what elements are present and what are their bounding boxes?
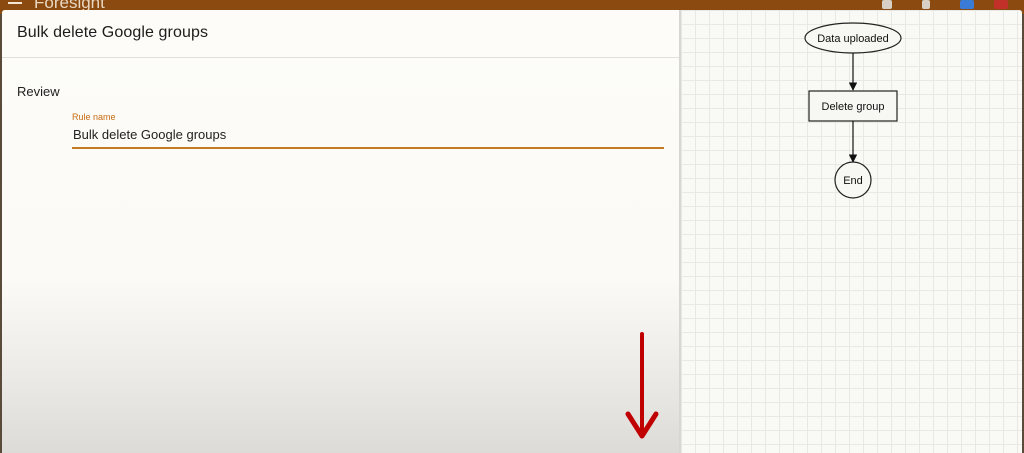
- flow-node-end[interactable]: End: [834, 161, 872, 199]
- notifications-icon[interactable]: [960, 0, 974, 9]
- rule-name-field: Rule name: [72, 112, 664, 149]
- section-label-review: Review: [17, 84, 60, 99]
- rule-name-input[interactable]: [72, 125, 664, 149]
- toolbar-icon[interactable]: [882, 0, 892, 9]
- flow-diagram-panel: Data uploaded Delete group End: [681, 10, 1022, 453]
- avatar[interactable]: [994, 0, 1008, 9]
- flow-diagram: Data uploaded Delete group End: [804, 22, 902, 199]
- flow-node-delete-group[interactable]: Delete group: [808, 90, 898, 122]
- rule-dialog: Bulk delete Google groups Review Rule na…: [2, 10, 1022, 453]
- dialog-header: Bulk delete Google groups: [2, 10, 679, 58]
- rule-form-panel: Bulk delete Google groups Review Rule na…: [2, 10, 679, 453]
- flow-node-start-label: Data uploaded: [817, 33, 889, 45]
- flow-node-start[interactable]: Data uploaded: [804, 22, 902, 54]
- rule-name-label: Rule name: [72, 112, 116, 122]
- flow-node-delete-group-label: Delete group: [822, 101, 885, 113]
- dialog-title: Bulk delete Google groups: [17, 24, 209, 41]
- menu-icon[interactable]: [8, 0, 22, 8]
- toolbar-icon[interactable]: [922, 0, 930, 9]
- annotation-arrow-down-icon: [625, 332, 659, 439]
- flow-node-end-label: End: [843, 175, 863, 187]
